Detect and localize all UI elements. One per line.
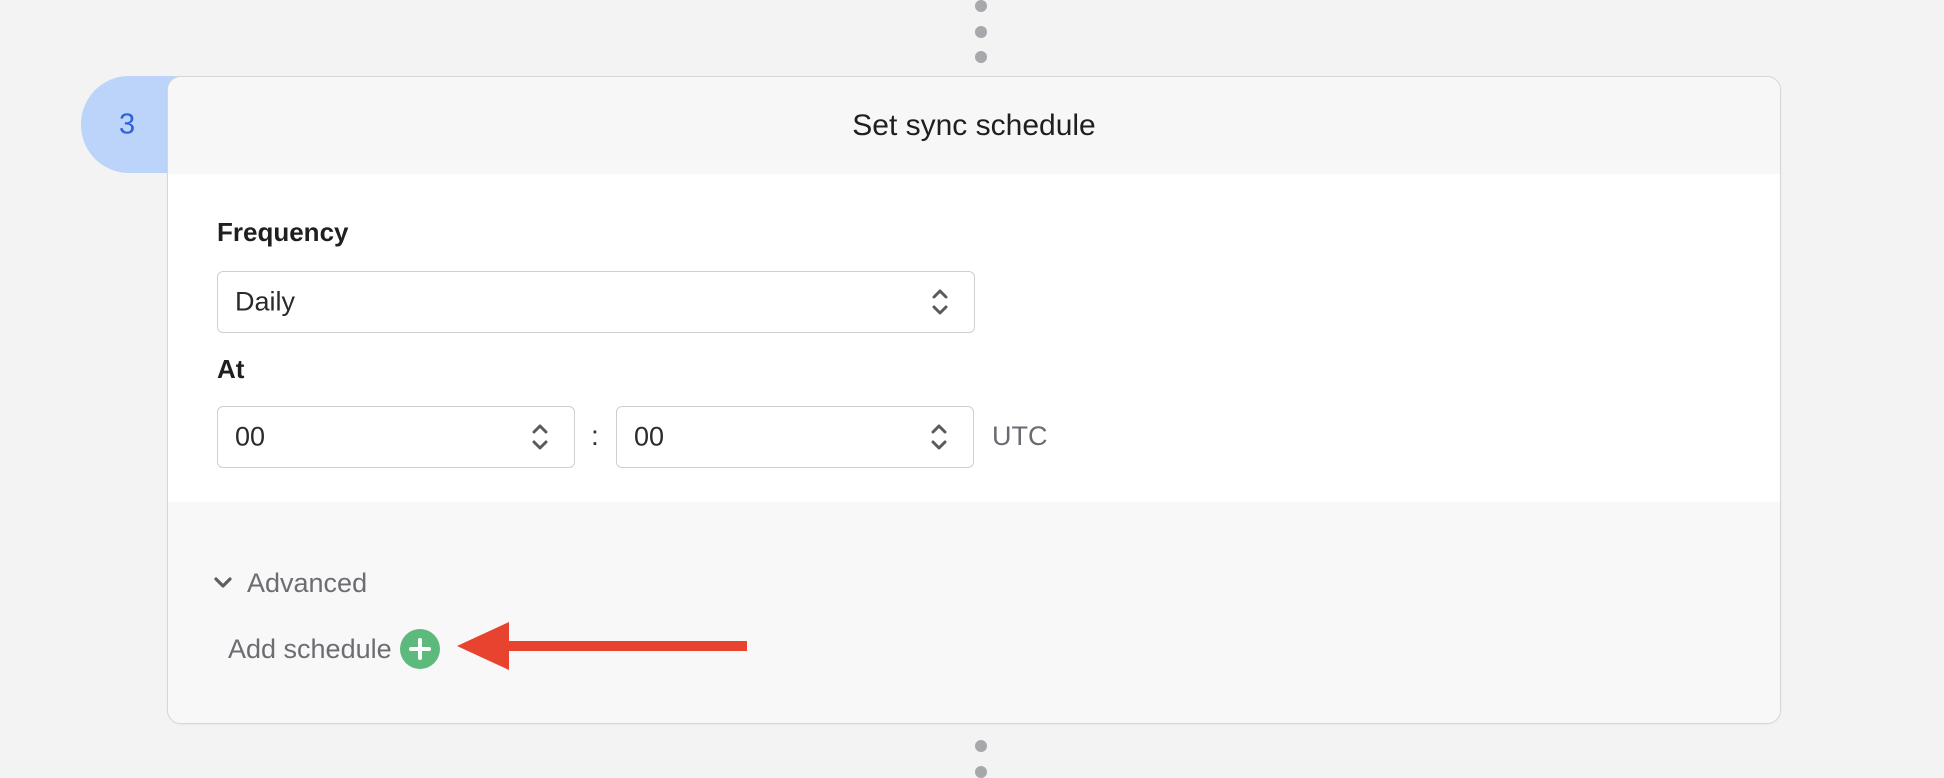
- minute-value: 00: [634, 421, 665, 452]
- time-separator: :: [591, 420, 599, 451]
- hour-value: 00: [235, 421, 266, 452]
- advanced-label: Advanced: [247, 567, 368, 598]
- add-schedule-label: Add schedule: [228, 633, 392, 664]
- card-header: Set sync schedule: [168, 77, 1780, 174]
- plus-circle-icon[interactable]: [399, 629, 440, 669]
- hour-select[interactable]: 00: [217, 406, 575, 468]
- chevron-down-icon: [214, 577, 232, 588]
- at-label: At: [217, 354, 245, 384]
- up-down-chevron-icon: [931, 424, 947, 450]
- frequency-label: Frequency: [217, 217, 349, 247]
- card-body: Frequency Daily At 00 : 00 UTC: [168, 174, 1780, 502]
- card-footer: Advanced Add schedule: [168, 502, 1780, 723]
- card-title: Set sync schedule: [852, 108, 1096, 142]
- frequency-select[interactable]: Daily: [217, 271, 975, 333]
- add-schedule-button[interactable]: Add schedule: [228, 629, 440, 669]
- frequency-value: Daily: [235, 286, 296, 317]
- timezone-label: UTC: [992, 421, 1048, 451]
- schedule-card: Set sync schedule Frequency Daily At 00 …: [167, 76, 1781, 724]
- up-down-chevron-icon: [932, 289, 948, 315]
- red-arrow-icon: [457, 622, 747, 670]
- step-number: 3: [119, 108, 136, 140]
- advanced-toggle[interactable]: Advanced: [213, 566, 367, 600]
- minute-select[interactable]: 00: [616, 406, 974, 468]
- up-down-chevron-icon: [532, 424, 548, 450]
